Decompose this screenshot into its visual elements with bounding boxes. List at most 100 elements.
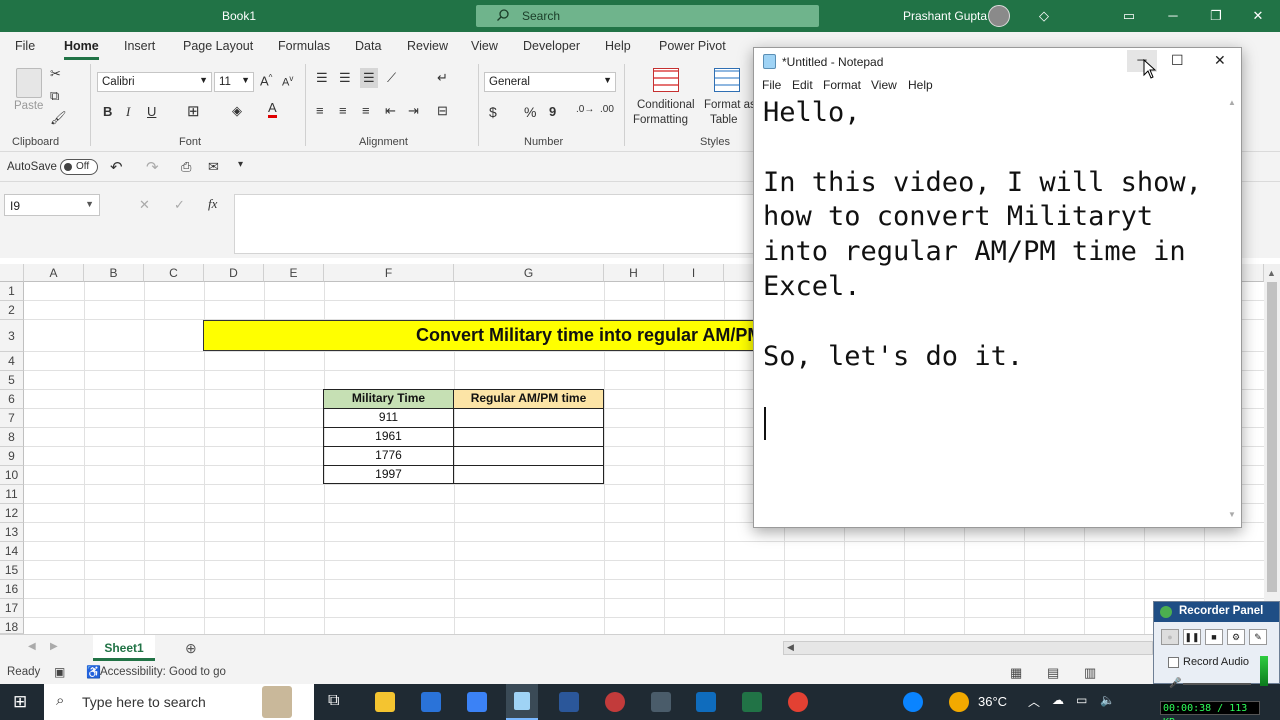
volume-slider[interactable]	[1183, 683, 1251, 685]
weather-icon[interactable]	[949, 692, 969, 712]
row-header-18[interactable]: 18	[0, 618, 24, 634]
normal-view-icon[interactable]: ▦	[1010, 665, 1022, 681]
cancel-icon[interactable]: ✕	[139, 197, 150, 213]
column-header-h[interactable]: H	[604, 264, 664, 282]
customize-qat-icon[interactable]: ▾	[238, 159, 243, 170]
settings-icon[interactable]: ⚙	[1227, 629, 1245, 645]
notepad-window[interactable]: *Untitled - Notepad ─ ☐ ✕ File Edit Form…	[753, 47, 1242, 528]
notepad-close-icon[interactable]: ✕	[1214, 52, 1226, 69]
font-color-icon[interactable]: A	[268, 101, 277, 118]
row-header-3[interactable]: 3	[0, 320, 24, 352]
windows-start-icon[interactable]: ⊞	[13, 692, 27, 712]
tab-data[interactable]: Data	[355, 39, 381, 53]
align-right-icon[interactable]: ≡	[362, 103, 370, 118]
diamond-icon[interactable]: ◇	[1036, 8, 1052, 24]
insert-function-icon[interactable]: fx	[208, 196, 217, 212]
merge-center-icon[interactable]: ⊟	[437, 103, 448, 119]
email-icon[interactable]: ✉	[208, 159, 219, 175]
row-header-17[interactable]: 17	[0, 599, 24, 618]
align-top-icon[interactable]: ☰	[316, 70, 328, 86]
help-icon[interactable]	[903, 692, 923, 712]
comma-icon[interactable]: 9	[549, 104, 556, 119]
format-as-table-icon[interactable]	[714, 68, 740, 92]
vertical-scrollbar[interactable]: ▲	[1264, 264, 1280, 634]
outlook-icon[interactable]	[696, 692, 716, 712]
column-header-d[interactable]: D	[204, 264, 264, 282]
word-icon[interactable]	[559, 692, 579, 712]
macro-record-icon[interactable]: ▣	[54, 665, 65, 679]
percent-icon[interactable]: %	[524, 104, 536, 120]
restore-icon[interactable]: ❐	[1208, 8, 1224, 24]
notepad-menu-format[interactable]: Format	[823, 78, 861, 92]
scroll-up-icon[interactable]: ▲	[1267, 268, 1276, 278]
close-icon[interactable]: ✕	[1250, 8, 1266, 24]
borders-icon[interactable]: ⊞	[187, 102, 200, 120]
app-icon[interactable]	[605, 692, 625, 712]
format-painter-icon[interactable]: 🖌	[50, 110, 67, 126]
print-preview-icon[interactable]: ⎙	[181, 159, 191, 175]
tab-power-pivot[interactable]: Power Pivot	[659, 39, 726, 53]
column-header-f[interactable]: F	[324, 264, 454, 282]
tab-file[interactable]: File	[15, 39, 35, 53]
increase-font-icon[interactable]: A^	[260, 73, 272, 88]
scroll-left-icon[interactable]: ◀	[787, 642, 794, 653]
scroll-up-icon[interactable]: ▲	[1228, 98, 1236, 107]
row-header-14[interactable]: 14	[0, 542, 24, 561]
pause-icon[interactable]: ❚❚	[1183, 629, 1201, 645]
minimize-icon[interactable]: ─	[1165, 8, 1181, 24]
notepad-taskbar-icon[interactable]	[506, 684, 538, 720]
column-header-a[interactable]: A	[24, 264, 84, 282]
copy-icon[interactable]: ⧉	[50, 88, 59, 104]
file-explorer-icon[interactable]	[375, 692, 395, 712]
increase-decimal-icon[interactable]: .0→	[576, 104, 594, 115]
wrap-text-icon[interactable]: ↵	[437, 70, 448, 86]
decrease-indent-icon[interactable]: ⇤	[385, 103, 396, 119]
row-header-10[interactable]: 10	[0, 466, 24, 485]
record-icon[interactable]: ●	[1161, 629, 1179, 645]
column-header-i[interactable]: I	[664, 264, 724, 282]
task-view-icon[interactable]: ⧉	[328, 692, 339, 710]
notepad-menu-view[interactable]: View	[871, 78, 897, 92]
decrease-decimal-icon[interactable]: .00	[600, 104, 614, 115]
autosave-toggle[interactable]: Off	[60, 159, 98, 175]
decrease-font-icon[interactable]: Av	[282, 74, 293, 89]
italic-icon[interactable]: I	[126, 104, 130, 120]
row-header-1[interactable]: 1	[0, 282, 24, 301]
taskbar-search[interactable]: ⌕ Type here to search	[44, 684, 314, 720]
header-regular-time[interactable]: Regular AM/PM time	[453, 389, 604, 409]
horizontal-scrollbar[interactable]: ◀	[783, 641, 1153, 655]
number-format-select[interactable]: General ▼	[484, 72, 616, 92]
enter-icon[interactable]: ✓	[174, 197, 185, 213]
name-box[interactable]: I9 ▼	[4, 194, 100, 216]
redo-icon[interactable]: ↷	[146, 158, 159, 176]
user-name[interactable]: Prashant Gupta	[903, 9, 987, 23]
regular-time-cell[interactable]	[453, 446, 604, 466]
conditional-formatting-label[interactable]: Conditional	[637, 99, 695, 111]
orientation-icon[interactable]: ⟋	[387, 70, 396, 86]
add-sheet-icon[interactable]: ⊕	[185, 640, 197, 657]
chrome-icon[interactable]	[788, 692, 808, 712]
store-icon[interactable]	[421, 692, 441, 712]
onedrive-icon[interactable]: ☁	[1052, 693, 1064, 707]
formula-input[interactable]	[234, 194, 754, 254]
stop-icon[interactable]: ■	[1205, 629, 1223, 645]
row-header-9[interactable]: 9	[0, 447, 24, 466]
speaker-icon[interactable]: 🔈	[1100, 693, 1115, 707]
tab-review[interactable]: Review	[407, 39, 448, 53]
row-header-7[interactable]: 7	[0, 409, 24, 428]
page-break-view-icon[interactable]: ▥	[1084, 665, 1096, 681]
prev-sheet-icon[interactable]: ◀	[28, 641, 36, 652]
cut-icon[interactable]: ✂	[50, 66, 61, 82]
column-header-e[interactable]: E	[264, 264, 324, 282]
select-all-corner[interactable]	[0, 264, 24, 282]
row-header-2[interactable]: 2	[0, 301, 24, 320]
notepad-maximize-icon[interactable]: ☐	[1171, 52, 1184, 69]
scroll-down-icon[interactable]: ▼	[1228, 510, 1236, 519]
temperature[interactable]: 36°C	[978, 694, 1007, 709]
format-as-table-label-2[interactable]: Table	[710, 114, 738, 126]
paste-icon[interactable]	[16, 68, 42, 98]
tab-formulas[interactable]: Formulas	[278, 39, 330, 53]
recorder-panel[interactable]: Recorder Panel ● ❚❚ ■ ⚙ ✎ Record Audio 🎤	[1153, 601, 1280, 689]
excel-icon[interactable]	[742, 692, 762, 712]
dropbox-icon[interactable]	[467, 692, 487, 712]
